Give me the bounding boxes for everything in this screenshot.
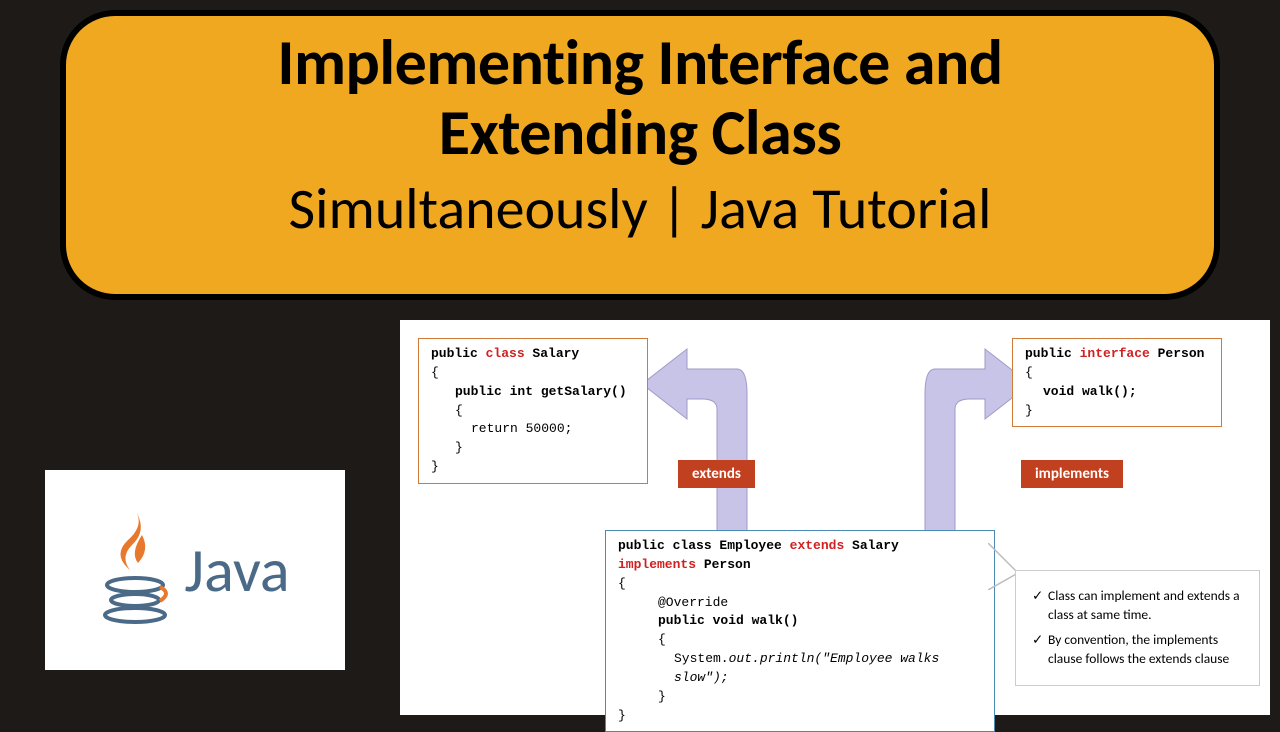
notes-callout: Class can implement and extends a class … — [1015, 570, 1260, 686]
salary-class-code: public class Salary { public int getSala… — [418, 338, 648, 484]
implements-arrow-icon — [870, 344, 1030, 539]
extends-arrow-icon — [642, 344, 802, 539]
note-item: Class can implement and extends a class … — [1032, 587, 1251, 625]
person-interface-code: public interface Person { void walk(); } — [1012, 338, 1222, 427]
title-banner: Implementing Interface and Extending Cla… — [60, 10, 1220, 300]
note-item: By convention, the implements clause fol… — [1032, 631, 1251, 669]
extends-label: extends — [678, 460, 755, 488]
title-line-1: Implementing Interface and Extending Cla… — [96, 28, 1184, 169]
employee-class-code: public class Employee extends Salary imp… — [605, 530, 995, 732]
title-subtitle: Simultaneously | Java Tutorial — [96, 173, 1184, 244]
java-cup-icon — [100, 505, 170, 635]
java-logo: Java — [45, 470, 345, 670]
implements-label: implements — [1021, 460, 1123, 488]
java-logo-text: Java — [184, 532, 289, 608]
diagram-panel: public class Salary { public int getSala… — [400, 320, 1270, 715]
